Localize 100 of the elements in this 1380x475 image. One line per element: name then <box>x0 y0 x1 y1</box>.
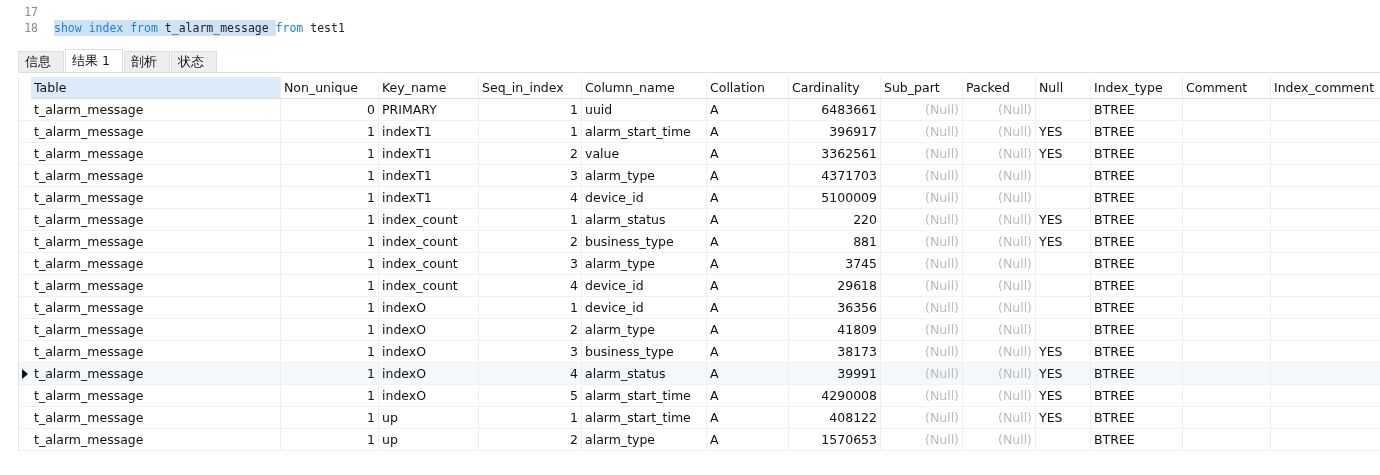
table-cell: alarm_type <box>585 322 656 337</box>
table-cell: 2 <box>570 322 578 337</box>
table-cell: BTREE <box>1094 256 1135 271</box>
table-cell: (Null) <box>925 366 959 381</box>
tab[interactable]: 结果 1 <box>65 49 123 72</box>
line-number: 17 <box>23 4 39 20</box>
table-cell: YES <box>1039 344 1063 359</box>
column-header[interactable]: Column_name <box>582 77 707 99</box>
column-header[interactable]: Non_unique <box>281 77 379 99</box>
table-cell: A <box>710 124 719 139</box>
table-cell: (Null) <box>925 388 959 403</box>
column-header[interactable]: Comment <box>1183 77 1271 99</box>
table-cell: 3745 <box>845 256 877 271</box>
column-header[interactable]: Index_comment <box>1271 77 1380 99</box>
table-cell: 6483661 <box>821 102 877 117</box>
table-cell: A <box>710 388 719 403</box>
table-row[interactable]: t_alarm_message 1 indexT1 3 alarm_type A 4371703 (Null) (Null) BTREE <box>19 165 1380 187</box>
table-cell: 2 <box>570 432 578 447</box>
table-cell: (Null) <box>925 124 959 139</box>
code-token: show <box>54 20 89 36</box>
table-cell: 3362561 <box>821 146 877 161</box>
column-header[interactable]: Seq_in_index <box>479 77 582 99</box>
tab[interactable]: 剖析 <box>123 51 170 72</box>
table-cell: (Null) <box>998 234 1032 249</box>
table-cell: up <box>382 432 398 447</box>
table-cell: (Null) <box>998 300 1032 315</box>
table-row[interactable]: t_alarm_message 1 index_count 3 alarm_type A 3745 (Null) (Null) BTREE <box>19 253 1380 275</box>
table-cell: YES <box>1039 410 1063 425</box>
table-cell: (Null) <box>925 168 959 183</box>
table-row[interactable]: t_alarm_message 1 index_count 4 device_id A 29618 (Null) (Null) BTREE <box>19 275 1380 297</box>
table-cell: A <box>710 344 719 359</box>
table-cell: BTREE <box>1094 102 1135 117</box>
table-row[interactable]: t_alarm_message 1 indexO 1 device_id A 36356 (Null) (Null) BTREE <box>19 297 1380 319</box>
table-cell: indexT1 <box>382 146 432 161</box>
table-cell: 1 <box>570 102 578 117</box>
table-cell: (Null) <box>998 102 1032 117</box>
table-cell: alarm_start_time <box>585 388 691 403</box>
table-cell: 38173 <box>837 344 877 359</box>
column-header[interactable]: Sub_part <box>881 77 963 99</box>
table-cell: (Null) <box>998 366 1032 381</box>
table-cell: t_alarm_message <box>34 432 144 447</box>
table-row[interactable]: t_alarm_message 1 indexT1 4 device_id A 5100009 (Null) (Null) BTREE <box>19 187 1380 209</box>
column-header[interactable]: Key_name <box>379 77 479 99</box>
table-row[interactable]: t_alarm_message 1 up 2 alarm_type A 1570653 (Null) (Null) BTREE <box>19 429 1380 451</box>
column-header[interactable]: Packed <box>963 77 1036 99</box>
table-cell: t_alarm_message <box>34 366 144 381</box>
table-cell: 1 <box>570 410 578 425</box>
table-cell: indexO <box>382 344 427 359</box>
table-cell: A <box>710 410 719 425</box>
table-cell: A <box>710 366 719 381</box>
table-cell: (Null) <box>925 146 959 161</box>
table-cell: A <box>710 256 719 271</box>
table-cell: 1 <box>367 344 375 359</box>
column-header[interactable]: Table <box>31 77 281 99</box>
table-cell: index_count <box>382 234 458 249</box>
table-cell: t_alarm_message <box>34 410 144 425</box>
table-cell: index_count <box>382 256 458 271</box>
table-cell: indexT1 <box>382 124 432 139</box>
table-row[interactable]: t_alarm_message 1 index_count 2 business_type A 881 (Null) (Null) YES BTREE <box>19 231 1380 253</box>
table-cell: 1 <box>570 124 578 139</box>
column-header[interactable]: Collation <box>707 77 789 99</box>
table-cell: 396917 <box>829 124 877 139</box>
table-row[interactable]: t_alarm_message 1 indexO 2 alarm_type A 41809 (Null) (Null) BTREE <box>19 319 1380 341</box>
table-row[interactable]: t_alarm_message 1 indexO 4 alarm_status A 39991 (Null) (Null) YES BTREE <box>19 363 1380 385</box>
table-cell: (Null) <box>998 278 1032 293</box>
table-cell: t_alarm_message <box>34 278 144 293</box>
column-header[interactable]: Cardinality <box>789 77 881 99</box>
table-cell: t_alarm_message <box>34 300 144 315</box>
table-cell: A <box>710 212 719 227</box>
table-row[interactable]: t_alarm_message 1 indexT1 2 value A 3362561 (Null) (Null) YES BTREE <box>19 143 1380 165</box>
table-cell: index_count <box>382 212 458 227</box>
table-cell: (Null) <box>925 234 959 249</box>
column-header[interactable]: Index_type <box>1091 77 1183 99</box>
table-cell: (Null) <box>925 300 959 315</box>
table-cell: 4371703 <box>821 168 877 183</box>
table-cell: BTREE <box>1094 234 1135 249</box>
table-cell: 1 <box>367 124 375 139</box>
table-row[interactable]: t_alarm_message 1 indexT1 1 alarm_start_time A 396917 (Null) (Null) YES BTREE <box>19 121 1380 143</box>
table-cell: (Null) <box>998 322 1032 337</box>
table-cell: A <box>710 146 719 161</box>
table-cell: (Null) <box>998 190 1032 205</box>
tab[interactable]: 状态 <box>170 51 217 72</box>
table-cell: (Null) <box>998 256 1032 271</box>
table-row[interactable]: t_alarm_message 1 index_count 1 alarm_status A 220 (Null) (Null) YES BTREE <box>19 209 1380 231</box>
table-cell: t_alarm_message <box>34 322 144 337</box>
table-cell: 2 <box>570 234 578 249</box>
table-cell: BTREE <box>1094 366 1135 381</box>
table-row[interactable]: t_alarm_message 1 indexO 5 alarm_start_time A 4290008 (Null) (Null) YES BTREE <box>19 385 1380 407</box>
table-cell: t_alarm_message <box>34 190 144 205</box>
table-cell: (Null) <box>998 388 1032 403</box>
table-cell: 2 <box>570 146 578 161</box>
table-row[interactable]: t_alarm_message 1 up 1 alarm_start_time A 408122 (Null) (Null) YES BTREE <box>19 407 1380 429</box>
table-cell: 408122 <box>829 410 877 425</box>
table-cell: BTREE <box>1094 410 1135 425</box>
table-cell: YES <box>1039 146 1063 161</box>
table-cell: A <box>710 102 719 117</box>
table-cell: BTREE <box>1094 300 1135 315</box>
column-header[interactable]: Null <box>1036 77 1091 99</box>
tab[interactable]: 信息 <box>18 51 64 72</box>
table-row[interactable]: t_alarm_message 0 PRIMARY 1 uuid A 6483661 (Null) (Null) BTREE <box>19 99 1380 121</box>
